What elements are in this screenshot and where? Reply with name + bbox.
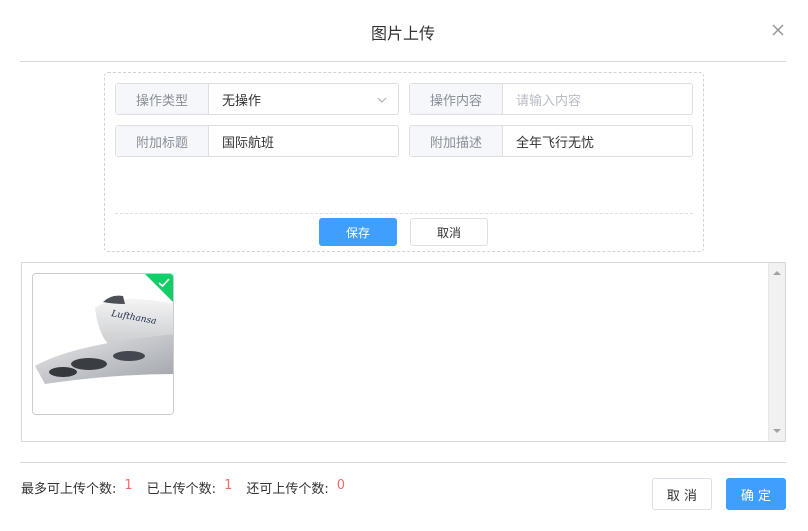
remaining-count-value: 0	[336, 478, 346, 493]
close-icon[interactable]	[770, 22, 786, 38]
extra-title-label: 附加标题	[116, 126, 209, 156]
max-count-label: 最多可上传个数:	[21, 482, 117, 497]
uploaded-count-label: 已上传个数:	[146, 482, 217, 497]
form-divider	[115, 213, 693, 214]
extra-desc-input[interactable]: 全年飞行无忧	[503, 126, 692, 156]
extra-title-input[interactable]: 国际航班	[209, 126, 398, 156]
scroll-down-icon[interactable]	[773, 427, 781, 435]
extra-desc-field[interactable]: 附加描述 全年飞行无忧	[409, 125, 693, 157]
operation-type-label: 操作类型	[116, 84, 209, 114]
image-thumbnail[interactable]: Lufthansa	[32, 273, 174, 415]
image-gallery: Lufthansa	[21, 262, 786, 442]
extra-desc-label: 附加描述	[410, 126, 503, 156]
operation-type-select[interactable]: 操作类型 无操作	[115, 83, 399, 115]
save-button[interactable]: 保存	[319, 218, 397, 246]
gallery-scrollbar[interactable]	[768, 263, 785, 441]
dialog-title: 图片上传	[370, 24, 435, 43]
chevron-down-icon	[377, 97, 387, 103]
operation-content-field[interactable]: 操作内容 请输入内容	[409, 83, 693, 115]
upload-stats: 最多可上传个数: 1 已上传个数: 1 还可上传个数: 0	[21, 478, 359, 497]
check-icon	[158, 278, 170, 288]
max-count-value: 1	[124, 478, 133, 493]
scroll-up-icon[interactable]	[773, 269, 781, 277]
operation-type-value[interactable]: 无操作	[209, 84, 398, 114]
uploaded-count-value: 1	[224, 478, 233, 493]
upload-dialog: 图片上传 操作类型 无操作 操作内容 请输入内容 附加标题 国际航班 附加描述 …	[0, 0, 808, 531]
footer-divider	[20, 462, 786, 463]
dialog-header: 图片上传	[20, 0, 786, 62]
operation-content-input[interactable]: 请输入内容	[503, 84, 692, 114]
operation-content-label: 操作内容	[410, 84, 503, 114]
confirm-button[interactable]: 确 定	[726, 478, 786, 510]
operation-type-text: 无操作	[222, 93, 262, 109]
form-cancel-button[interactable]: 取消	[410, 218, 488, 246]
cancel-button[interactable]: 取 消	[652, 478, 712, 510]
extra-title-field[interactable]: 附加标题 国际航班	[115, 125, 399, 157]
form-panel: 操作类型 无操作 操作内容 请输入内容 附加标题 国际航班 附加描述 全年飞行无…	[104, 72, 704, 252]
remaining-count-label: 还可上传个数:	[246, 482, 329, 497]
